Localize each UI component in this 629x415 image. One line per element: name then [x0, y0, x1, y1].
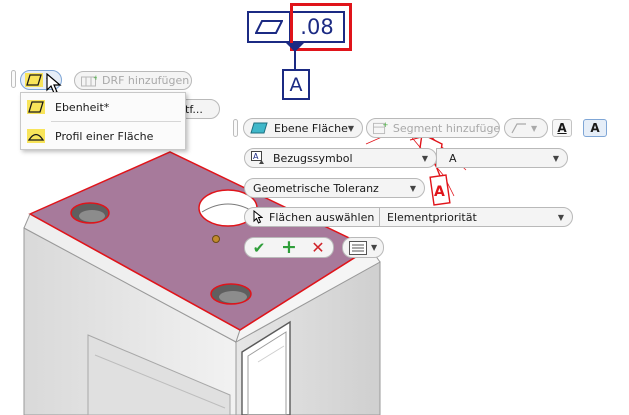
mini-toolbar-grip[interactable]: [11, 70, 16, 88]
datum-connector: [286, 43, 304, 69]
drf-icon: +: [81, 75, 97, 86]
tolerance-type-label: Geometrische Toleranz: [253, 181, 379, 195]
face-attach-point: [212, 235, 220, 243]
chevron-down-icon: ▼: [409, 183, 416, 193]
add-segment-label: Segment hinzufügen: [392, 121, 499, 135]
menu-divider: [51, 121, 181, 122]
datum-value: A: [449, 151, 457, 165]
datum-symbol-label: Bezugssymbol: [273, 151, 353, 165]
datum-symbol-icon: A: [251, 151, 264, 164]
svg-text:+: +: [382, 121, 388, 129]
chevron-down-icon: ▼: [531, 123, 538, 133]
pointer-icon: [253, 210, 263, 224]
text-position-icon: A: [590, 121, 600, 135]
flatness-icon: [255, 20, 283, 34]
menu-item-label: Ebenheit*: [55, 100, 110, 114]
plane-surface-icon: [250, 122, 268, 134]
flatness-icon: [27, 100, 45, 114]
priority-dropdown[interactable]: Elementpriorität ▼: [379, 207, 573, 227]
add-drf-button[interactable]: + DRF hinzufügen: [74, 71, 192, 90]
hole-left: [70, 202, 110, 224]
plus-icon: +: [281, 236, 297, 258]
hole-front: [210, 283, 252, 305]
menu-item-label: Profil einer Fläche: [55, 129, 154, 143]
datum-flag-label: A: [434, 184, 445, 200]
checkmark-icon: ✔: [252, 238, 266, 257]
text-position-button[interactable]: A: [583, 119, 607, 137]
panel-grip[interactable]: [233, 119, 238, 137]
chevron-down-icon: ▼: [557, 212, 564, 222]
geometry-type-dropdown[interactable]: Ebene Fläche ▼: [243, 118, 363, 138]
menu-item-surface-profile[interactable]: Profil einer Fläche: [21, 123, 185, 149]
symbol-menu: Ebenheit* Profil einer Fläche: [20, 92, 186, 150]
datum-value-dropdown[interactable]: A ▼: [436, 148, 568, 168]
tolerance-type-dropdown[interactable]: Geometrische Toleranz ▼: [244, 178, 425, 198]
chevron-down-icon: ▼: [347, 123, 354, 133]
select-faces-button[interactable]: Flächen auswählen: [244, 207, 380, 227]
leader-style-dropdown[interactable]: ▼: [504, 118, 548, 138]
svg-text:+: +: [93, 75, 97, 82]
flatness-icon: [25, 73, 43, 87]
list-options-icon: [349, 240, 367, 255]
datum-box[interactable]: A: [282, 69, 310, 100]
add-segment-button[interactable]: + Segment hinzufügen: [366, 118, 500, 138]
ok-button[interactable]: ✔: [248, 238, 270, 257]
add-segment-icon: +: [373, 121, 388, 135]
menu-item-flatness[interactable]: Ebenheit*: [21, 94, 185, 120]
svg-text:A: A: [253, 152, 259, 161]
cancel-button[interactable]: ✕: [307, 238, 329, 257]
text-style-icon: A: [557, 121, 567, 135]
chevron-down-icon: ▼: [421, 153, 428, 163]
close-icon: ✕: [311, 238, 325, 257]
surface-profile-icon: [27, 129, 45, 143]
datum-label: A: [289, 73, 303, 96]
priority-label: Elementpriorität: [387, 210, 477, 224]
datum-symbol-dropdown[interactable]: A Bezugssymbol ▼: [244, 148, 437, 168]
add-drf-label: DRF hinzufügen: [102, 74, 190, 87]
hidden-button-label: tf...: [185, 102, 203, 116]
select-faces-label: Flächen auswählen: [269, 210, 375, 224]
leader-line-icon: [511, 123, 526, 134]
chevron-down-icon: ▼: [371, 243, 378, 252]
options-menu-button[interactable]: ▼: [342, 237, 384, 258]
geometry-type-label: Ebene Fläche: [274, 121, 348, 135]
text-style-button[interactable]: A: [552, 119, 572, 137]
apply-button[interactable]: +: [278, 238, 300, 257]
flatness-symbol-cell[interactable]: [247, 11, 291, 43]
chevron-down-icon: ▼: [552, 153, 559, 163]
